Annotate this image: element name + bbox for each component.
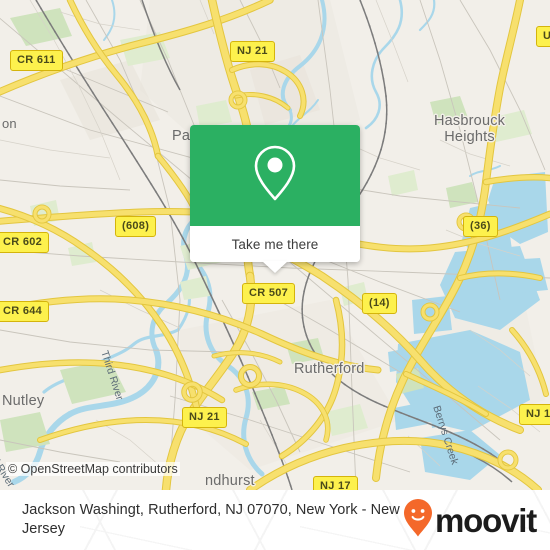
popup-header [190,125,360,226]
popup-pointer-tail [262,261,288,273]
osm-attribution[interactable]: © OpenStreetMap contributors [6,462,180,476]
take-me-there-label: Take me there [231,236,319,252]
address-text: Jackson Washingt, Rutherford, NJ 07070, … [22,502,400,537]
moovit-smiley-pin-icon [403,498,433,543]
location-pin-icon [249,142,301,209]
take-me-there-button[interactable]: Take me there [190,226,360,262]
moovit-wordmark: moovit [435,501,537,539]
bottom-info-bar: Jackson Washingt, Rutherford, NJ 07070, … [0,490,550,550]
location-popup-card[interactable]: Take me there [190,125,360,262]
map-canvas[interactable]: .water { fill:#a9d7ea; } .wstream { stro… [0,0,550,490]
moovit-logo[interactable]: moovit [403,498,537,543]
